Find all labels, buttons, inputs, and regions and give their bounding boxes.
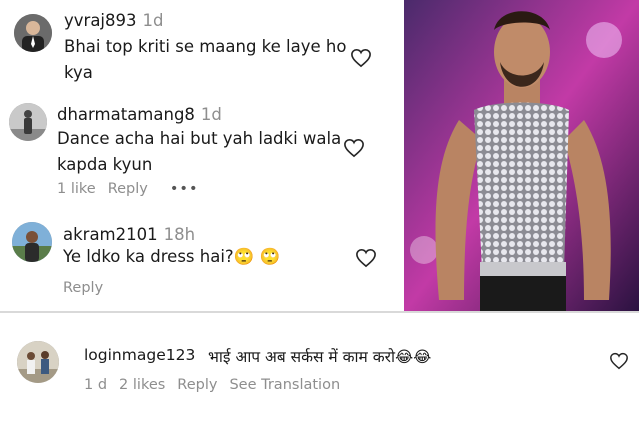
comment-age: 18h <box>163 225 196 244</box>
comment-actions: 1 like Reply ••• <box>57 181 211 197</box>
outdoor-person-avatar-icon <box>12 222 52 262</box>
heart-outline-icon <box>351 48 371 68</box>
comment-text: Dance acha hai but yah ladki wala kapda … <box>57 126 357 178</box>
like-button[interactable] <box>350 48 372 68</box>
comment-text: Ye ldko ka dress hai?🙄 🙄 <box>63 244 363 270</box>
likes-count[interactable]: 1 like <box>57 181 96 197</box>
comment-text-line: Dance acha hai but yah ladki wala <box>57 129 342 148</box>
see-translation-link[interactable]: See Translation <box>229 377 340 393</box>
dancer-sequin-top-photo-icon <box>404 0 639 312</box>
comment-text-line: Bhai top kriti se maang ke laye ho <box>64 37 347 56</box>
comment-username[interactable]: yvraj893 1d <box>64 11 164 30</box>
heart-outline-icon <box>610 352 628 370</box>
comment-text-line: kya <box>64 63 93 82</box>
username-text[interactable]: dharmatamang8 <box>57 105 195 124</box>
username-text[interactable]: yvraj893 <box>64 11 137 30</box>
like-button[interactable] <box>609 352 629 370</box>
post-photo[interactable] <box>404 0 639 312</box>
comments-panel: yvraj893 1d Bhai top kriti se maang ke la… <box>0 0 404 312</box>
username-text[interactable]: akram2101 <box>63 225 158 244</box>
avatar[interactable] <box>12 222 52 262</box>
comment-age: 1d <box>142 11 164 30</box>
comment-username[interactable]: loginmage123 <box>84 346 195 364</box>
comment-actions: Reply <box>63 280 115 296</box>
like-button[interactable] <box>355 248 377 268</box>
likes-count[interactable]: 2 likes <box>119 377 165 393</box>
more-options-icon[interactable]: ••• <box>170 181 199 197</box>
suit-person-avatar-icon <box>14 14 52 52</box>
comment-text-line: kapda kyun <box>57 155 153 174</box>
comment-text: Bhai top kriti se maang ke laye ho kya <box>64 34 364 86</box>
heart-outline-icon <box>356 248 376 268</box>
avatar[interactable] <box>14 14 52 52</box>
like-button[interactable] <box>343 138 365 158</box>
comment-age: 1 d <box>84 377 108 393</box>
avatar[interactable] <box>9 103 47 141</box>
comment-actions: 1 d 2 likes Reply See Translation <box>84 377 352 393</box>
heart-outline-icon <box>344 138 364 158</box>
standing-person-avatar-icon <box>9 103 47 141</box>
reply-button[interactable]: Reply <box>63 280 103 296</box>
reply-button[interactable]: Reply <box>177 377 217 393</box>
comment-username[interactable]: akram2101 18h <box>63 225 195 244</box>
avatar[interactable] <box>17 341 59 383</box>
comment-text: भाई आप अब सर्कस में काम करो😂😂 <box>208 348 432 366</box>
divider <box>0 311 639 313</box>
reply-button[interactable]: Reply <box>108 181 148 197</box>
group-people-avatar-icon <box>17 341 59 383</box>
comment-username[interactable]: dharmatamang8 1d <box>57 105 222 124</box>
comment-age: 1d <box>200 105 222 124</box>
comment-text-line: Ye ldko ka dress hai?🙄 🙄 <box>63 247 280 266</box>
